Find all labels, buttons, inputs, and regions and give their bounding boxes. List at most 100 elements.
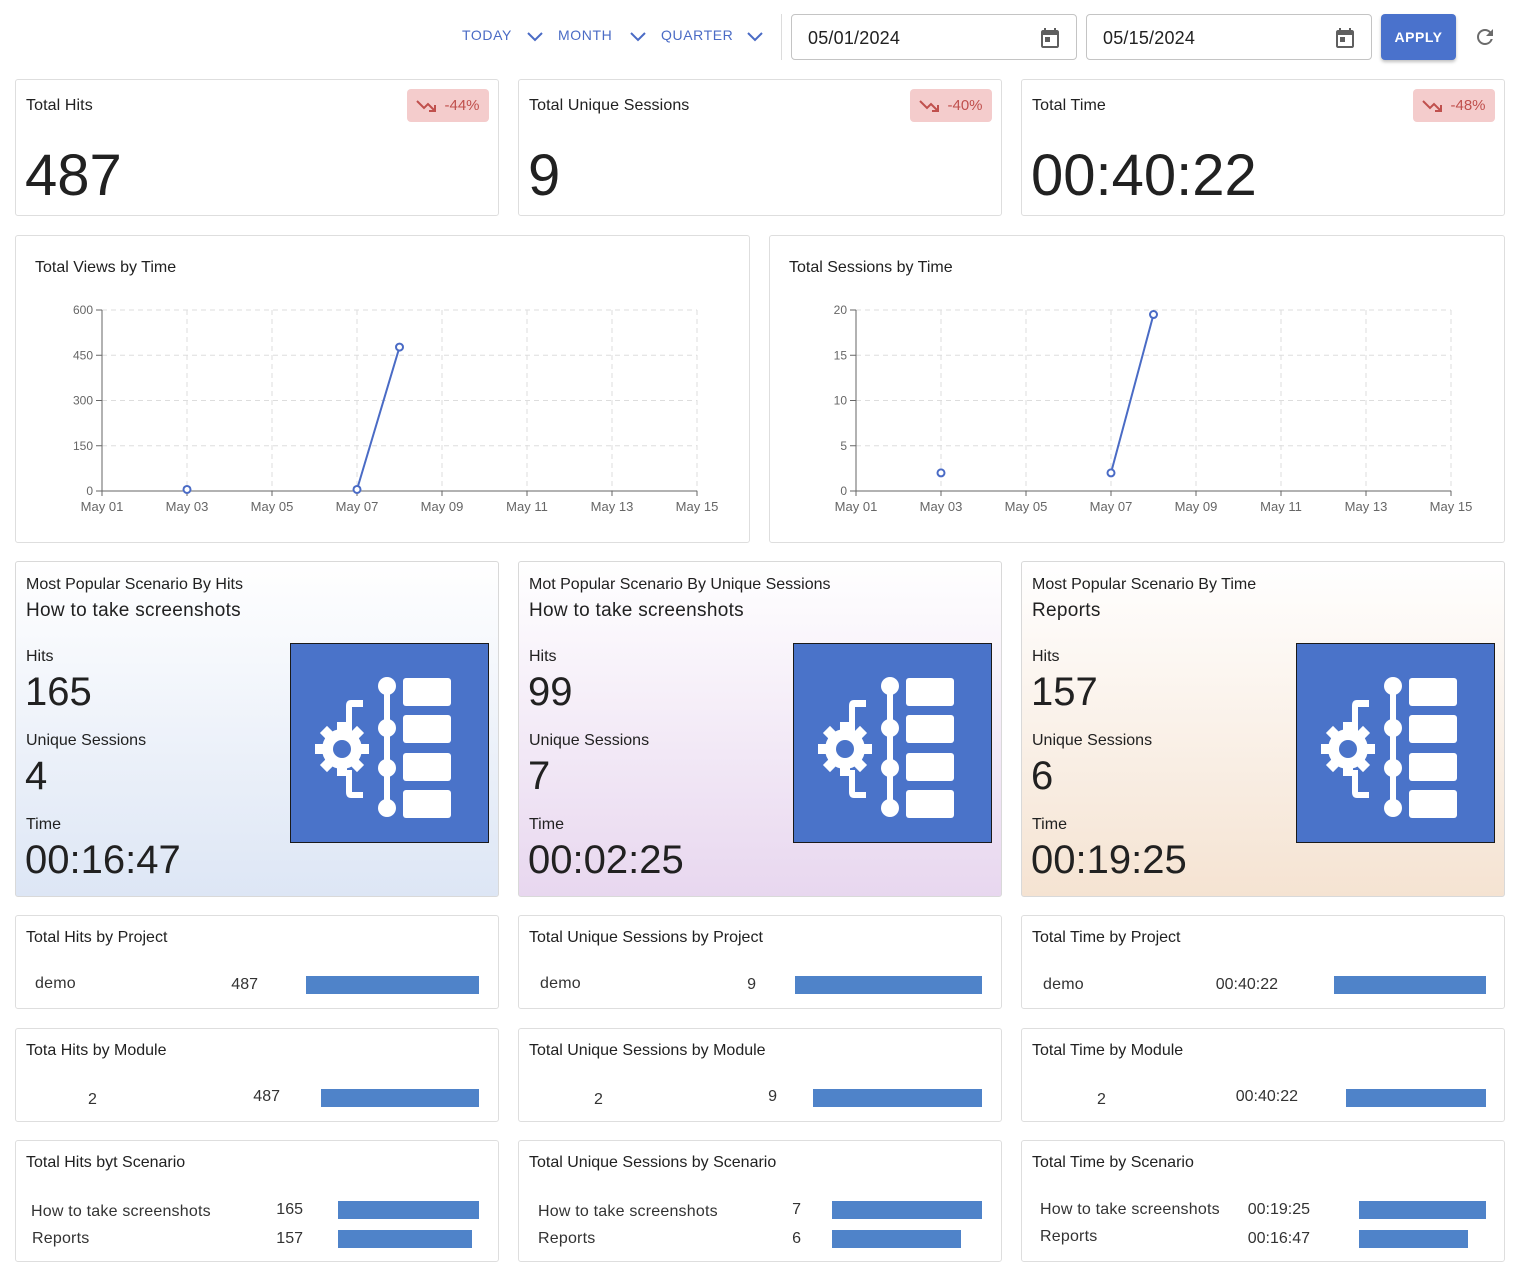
period-quarter-button[interactable]: QUARTER [661, 27, 733, 43]
start-date-value[interactable]: 05/01/2024 [808, 28, 900, 49]
sessions-value: 7 [528, 754, 551, 798]
time-label: Time [26, 816, 61, 833]
kpi-value: 9 [528, 143, 561, 208]
views-line-chart: 0 150 300 450 600 May 01 May 03 May 05 May 07 May… [73, 303, 719, 514]
refresh-icon[interactable] [1473, 25, 1497, 49]
row-value: 00:16:47 [1247, 1230, 1310, 1247]
x-tick-label: May 15 [676, 499, 719, 514]
list-title: Total Hits by Project [26, 929, 168, 946]
y-tick-label: 600 [73, 303, 93, 317]
chevron-down-icon[interactable] [628, 26, 648, 46]
list-title: Total Unique Sessions by Project [529, 929, 763, 946]
x-tick-label: May 03 [166, 499, 209, 514]
row-value: 00:19:25 [1247, 1201, 1310, 1218]
period-month-button[interactable]: MONTH [558, 27, 612, 43]
x-tick-label: May 01 [835, 499, 878, 514]
series-line [356, 346, 401, 490]
end-date-value[interactable]: 05/15/2024 [1103, 28, 1195, 49]
start-date-field[interactable]: 05/01/2024 [791, 14, 1077, 60]
apply-button[interactable]: APPLY [1381, 14, 1456, 60]
x-tick-label: May 15 [1430, 499, 1473, 514]
list-title: Total Time by Module [1032, 1042, 1184, 1059]
time-by-project-card: Total Time by Project demo 00:40:22 [1021, 915, 1505, 1009]
chart-card-views: Total Views by Time 0 150 300 450 600 May 01 M… [15, 235, 750, 543]
popular-scenario: How to take screenshots [529, 600, 744, 621]
kpi-value: 00:40:22 [1031, 143, 1257, 208]
time-label: Time [529, 816, 564, 833]
x-tick-label: May 05 [251, 499, 294, 514]
chevron-down-icon[interactable] [745, 26, 765, 46]
row-name: How to take screenshots [538, 1203, 718, 1220]
toolbar: TODAY MONTH QUARTER 05/01/2024 05/15/202… [0, 0, 1520, 72]
row-value: 6 [792, 1230, 801, 1247]
calendar-icon[interactable] [1038, 26, 1062, 50]
time-label: Time [1032, 816, 1067, 833]
data-point [1149, 310, 1158, 320]
row-bar [832, 1230, 961, 1248]
kpi-title: Total Time [1032, 97, 1106, 114]
sessions-by-module-card: Total Unique Sessions by Module 2 9 [518, 1028, 1002, 1122]
hits-by-module-card: Tota Hits by Module 2 487 [15, 1028, 499, 1122]
row-value: 9 [768, 1088, 777, 1105]
row-bar [306, 976, 479, 994]
scenario-image [290, 643, 489, 843]
end-date-field[interactable]: 05/15/2024 [1086, 14, 1372, 60]
sessions-by-scenario-card: Total Unique Sessions by Scenario How to… [518, 1140, 1002, 1262]
hits-label: Hits [1032, 648, 1060, 665]
list-title: Tota Hits by Module [26, 1042, 167, 1059]
y-tick-label: 15 [834, 348, 848, 362]
row-bar [338, 1230, 472, 1248]
workflow-gear-icon [1321, 677, 1457, 818]
hits-value: 165 [25, 670, 92, 714]
data-point [182, 484, 192, 494]
data-point [352, 484, 362, 494]
row-name: How to take screenshots [1040, 1201, 1220, 1218]
trend-value: -40% [947, 97, 983, 114]
list-title: Total Hits byt Scenario [26, 1154, 186, 1171]
row-name: Reports [1040, 1228, 1098, 1245]
data-point [936, 468, 946, 478]
time-value: 00:16:47 [25, 838, 181, 882]
x-tick-label: May 01 [81, 499, 124, 514]
chevron-down-icon[interactable] [525, 26, 545, 46]
popular-by-hits-card: Most Popular Scenario By Hits How to tak… [15, 561, 499, 897]
y-tick-label: 10 [834, 394, 848, 408]
row-name: Reports [32, 1230, 90, 1247]
workflow-gear-icon [315, 677, 451, 818]
row-value: 487 [253, 1088, 280, 1105]
list-title: Total Time by Project [1032, 929, 1181, 946]
x-tick-label: May 13 [591, 499, 634, 514]
sessions-label: Unique Sessions [26, 732, 147, 749]
hits-label: Hits [529, 648, 557, 665]
y-tick-label: 5 [840, 439, 847, 453]
kpi-card-total-hits: Total Hits -44% 487 [15, 79, 499, 216]
hits-value: 99 [528, 670, 573, 714]
hits-by-project-card: Total Hits by Project demo 487 [15, 915, 499, 1009]
calendar-icon[interactable] [1333, 26, 1357, 50]
list-title: Total Time by Scenario [1032, 1154, 1194, 1171]
y-tick-label: 0 [86, 484, 93, 498]
sessions-line-chart: 0 5 10 15 20 May 01 May 03 May 05 May 07 May 09 Ma… [834, 303, 1473, 514]
popular-scenario: How to take screenshots [26, 600, 241, 621]
row-value: 00:40:22 [1215, 976, 1278, 993]
x-tick-label: May 13 [1345, 499, 1388, 514]
row-name: How to take screenshots [31, 1203, 211, 1220]
kpi-card-total-unique-sessions: Total Unique Sessions -40% 9 [518, 79, 1002, 216]
row-name: demo [540, 975, 581, 992]
kpi-title: Total Hits [26, 97, 93, 114]
period-today-button[interactable]: TODAY [462, 27, 512, 43]
trending-down-icon [1422, 99, 1443, 112]
popular-title: Mot Popular Scenario By Unique Sessions [529, 576, 831, 593]
kpi-value: 487 [25, 143, 122, 208]
row-name: 2 [1097, 1091, 1107, 1108]
hits-value: 157 [1031, 670, 1098, 714]
row-value: 00:40:22 [1235, 1088, 1298, 1105]
time-by-module-card: Total Time by Module 2 00:40:22 [1021, 1028, 1505, 1122]
kpi-title: Total Unique Sessions [529, 97, 690, 114]
toolbar-divider [781, 14, 782, 60]
x-tick-label: May 07 [1090, 499, 1133, 514]
y-tick-label: 450 [73, 348, 93, 362]
row-name: Reports [538, 1230, 596, 1247]
row-bar [795, 976, 982, 994]
trend-value: -44% [444, 97, 480, 114]
